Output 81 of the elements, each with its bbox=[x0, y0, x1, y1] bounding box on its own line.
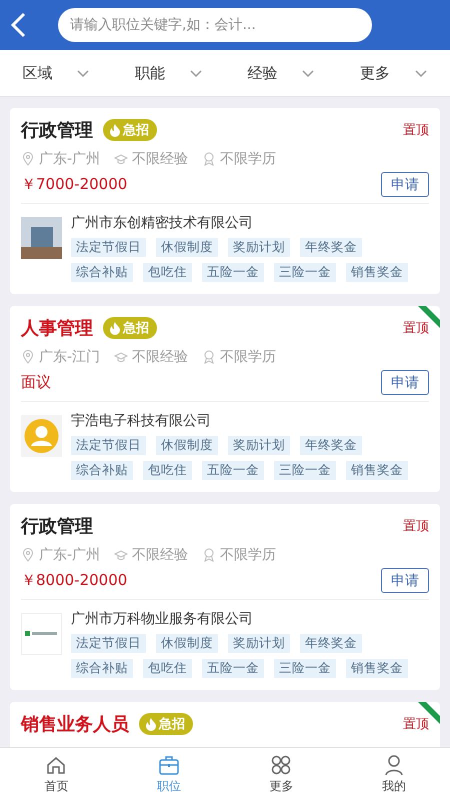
chevron-down-icon bbox=[188, 68, 203, 78]
pinned-label: 置顶 bbox=[403, 122, 429, 139]
chevron-down-icon bbox=[414, 68, 428, 78]
benefit-tag: 综合补贴 bbox=[71, 461, 133, 480]
filter-dropdown[interactable]: 更多 bbox=[338, 50, 450, 96]
company-name: 广州市万科物业服务有限公司 bbox=[71, 610, 254, 628]
job-title: 行政管理 bbox=[21, 515, 93, 538]
pinned-label: 置顶 bbox=[403, 320, 429, 337]
tab-bar-item[interactable]: 首页 bbox=[0, 748, 112, 800]
experience-text: 不限经验 bbox=[132, 150, 188, 168]
award-icon bbox=[202, 152, 216, 166]
apply-button[interactable]: 申请 bbox=[381, 568, 429, 593]
chevron-down-icon bbox=[301, 68, 316, 78]
location-text: 广东-江门 bbox=[39, 348, 100, 366]
benefit-tag: 综合补贴 bbox=[71, 263, 133, 282]
benefit-tag: 三险一金 bbox=[274, 263, 336, 282]
filter-dropdown[interactable]: 职能 bbox=[112, 50, 225, 96]
benefit-tag: 五险一金 bbox=[202, 461, 264, 480]
pinned-label: 置顶 bbox=[403, 518, 429, 535]
education-text: 不限学历 bbox=[220, 150, 276, 168]
urgent-badge: 急招 bbox=[103, 119, 157, 141]
experience-text: 不限经验 bbox=[132, 348, 188, 366]
benefit-tag: 五险一金 bbox=[202, 263, 264, 282]
graduation-cap-icon bbox=[114, 548, 128, 562]
apply-button[interactable]: 申请 bbox=[381, 172, 429, 197]
benefit-tag: 包吃住 bbox=[143, 461, 192, 480]
benefit-tag: 三险一金 bbox=[274, 659, 336, 678]
job-title: 人事管理 bbox=[21, 317, 93, 340]
job-title: 行政管理 bbox=[21, 119, 93, 142]
chevron-down-icon bbox=[76, 68, 90, 78]
tab-bar-item[interactable]: 更多 bbox=[225, 748, 338, 800]
urgent-badge: 急招 bbox=[103, 317, 157, 339]
benefit-tag: 综合补贴 bbox=[71, 659, 133, 678]
benefit-tag: 休假制度 bbox=[156, 436, 218, 455]
benefit-tag: 包吃住 bbox=[143, 659, 192, 678]
benefit-tag: 法定节假日 bbox=[71, 634, 146, 653]
benefit-tag: 休假制度 bbox=[156, 634, 218, 653]
company-name: 广州市东创精密技术有限公司 bbox=[71, 214, 254, 232]
salary-text: ￥7000-20000 bbox=[21, 175, 128, 194]
salary-text: 面议 bbox=[21, 373, 51, 392]
benefit-tag: 年终奖金 bbox=[300, 634, 362, 653]
urgent-badge: 急招 bbox=[139, 713, 193, 735]
benefit-tag: 包吃住 bbox=[143, 263, 192, 282]
location-pin-icon bbox=[21, 350, 35, 364]
tab-bar-item[interactable]: 我的 bbox=[338, 748, 450, 800]
location-pin-icon bbox=[21, 152, 35, 166]
job-card[interactable]: 人事管理 急招 置顶 广东-江门 不限经验 不限学历 面议 申请 宇浩电子科技有限公司 法定节假日 休假制度 奖励计划 年终奖金 综合补贴 包吃住 五险一金 三险一金 销售奖金 bbox=[10, 306, 440, 492]
benefit-tag: 销售奖金 bbox=[346, 263, 408, 282]
benefit-tag: 年终奖金 bbox=[300, 238, 362, 257]
experience-text: 不限经验 bbox=[132, 546, 188, 564]
filter-dropdown[interactable]: 区域 bbox=[0, 50, 112, 96]
benefit-tag: 三险一金 bbox=[274, 461, 336, 480]
job-card[interactable]: 行政管理 置顶 广东-广州 不限经验 不限学历 ￥8000-20000 申请 广州市万科物业服务有限公司 法定节假日 休假制度 奖励计划 年终奖金 综合补贴 包吃住 五险一金 三险一金 销售奖金 bbox=[10, 504, 440, 690]
benefit-tag: 奖励计划 bbox=[228, 634, 290, 653]
benefit-tag: 年终奖金 bbox=[300, 436, 362, 455]
benefit-tag: 法定节假日 bbox=[71, 436, 146, 455]
pinned-label: 置顶 bbox=[403, 716, 429, 733]
benefit-tag: 奖励计划 bbox=[228, 436, 290, 455]
award-icon bbox=[202, 548, 216, 562]
education-text: 不限学历 bbox=[220, 348, 276, 366]
graduation-cap-icon bbox=[114, 350, 128, 364]
search-field[interactable]: 请输入职位关键字,如：会计... bbox=[58, 8, 372, 42]
benefit-tag: 销售奖金 bbox=[346, 659, 408, 678]
benefit-tag: 销售奖金 bbox=[346, 461, 408, 480]
award-icon bbox=[202, 350, 216, 364]
location-text: 广东-广州 bbox=[39, 546, 100, 564]
benefit-tag: 五险一金 bbox=[202, 659, 264, 678]
location-pin-icon bbox=[21, 548, 35, 562]
job-card[interactable]: 行政管理 急招 置顶 广东-广州 不限经验 不限学历 ￥7000-20000 申请 广州市东创精密技术有限公司 法定节假日 休假制度 奖励计划 年终奖金 综合补贴 包吃住 五险一金 三险一金 销售奖金 bbox=[10, 108, 440, 294]
filter-dropdown[interactable]: 经验 bbox=[225, 50, 338, 96]
apply-button[interactable]: 申请 bbox=[381, 370, 429, 395]
graduation-cap-icon bbox=[114, 152, 128, 166]
benefit-tag: 休假制度 bbox=[156, 238, 218, 257]
benefit-tag: 奖励计划 bbox=[228, 238, 290, 257]
company-name: 宇浩电子科技有限公司 bbox=[71, 412, 212, 430]
benefit-tag: 法定节假日 bbox=[71, 238, 146, 257]
salary-text: ￥8000-20000 bbox=[21, 571, 128, 590]
education-text: 不限学历 bbox=[220, 546, 276, 564]
job-card[interactable]: 销售业务人员 急招 置顶 bbox=[10, 702, 440, 747]
location-text: 广东-广州 bbox=[39, 150, 100, 168]
job-title: 销售业务人员 bbox=[21, 713, 129, 736]
